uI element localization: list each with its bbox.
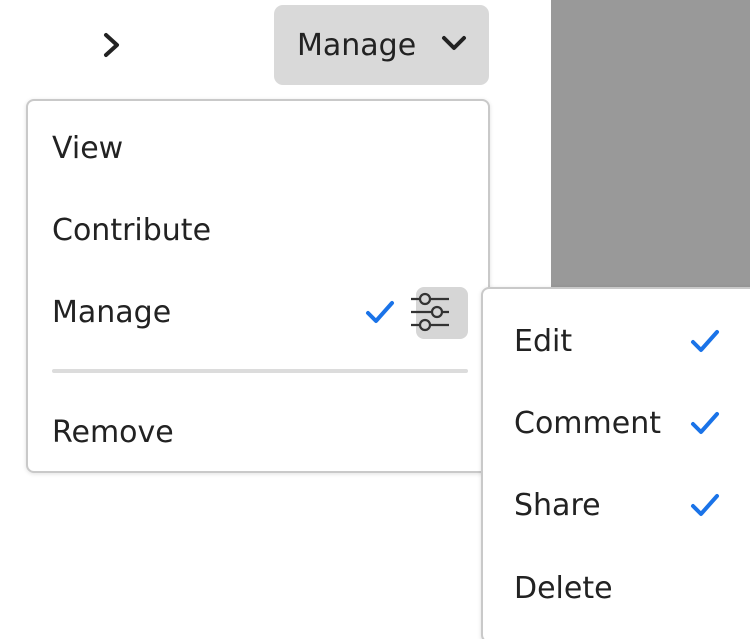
chevron-down-icon <box>442 36 466 50</box>
permissions-submenu: Edit Comment Share Delete <box>481 287 750 639</box>
chevron-right-icon[interactable] <box>98 30 126 60</box>
checkmark-icon <box>691 494 719 516</box>
sliders-icon <box>411 292 449 332</box>
permission-item-comment[interactable]: Comment <box>483 388 750 458</box>
menu-divider <box>52 369 468 373</box>
permissions-settings-button[interactable] <box>411 287 468 339</box>
share-permissions-panel: Manage View Contribute Manage Remove Edi… <box>0 0 750 639</box>
permission-item-share[interactable]: Share <box>483 470 750 540</box>
checkmark-icon <box>691 330 719 352</box>
role-menu-item-remove[interactable]: Remove <box>28 397 488 467</box>
role-picker-button[interactable]: Manage <box>274 5 489 85</box>
menu-item-label: Manage <box>52 294 172 330</box>
menu-item-label: View <box>52 130 124 166</box>
menu-item-label: Comment <box>514 405 661 441</box>
menu-item-label: Edit <box>514 323 573 359</box>
role-menu-item-contribute[interactable]: Contribute <box>28 195 488 265</box>
menu-item-label: Delete <box>514 570 613 606</box>
checkmark-icon <box>691 412 719 434</box>
checkmark-icon <box>366 301 394 323</box>
role-picker-label: Manage <box>297 27 417 63</box>
role-menu: View Contribute Manage Remove <box>26 99 490 473</box>
permission-item-edit[interactable]: Edit <box>483 306 750 376</box>
permission-item-delete[interactable]: Delete <box>483 553 750 623</box>
menu-item-label: Remove <box>52 414 174 450</box>
menu-item-label: Share <box>514 487 601 523</box>
role-menu-item-view[interactable]: View <box>28 113 488 183</box>
menu-item-label: Contribute <box>52 212 212 248</box>
